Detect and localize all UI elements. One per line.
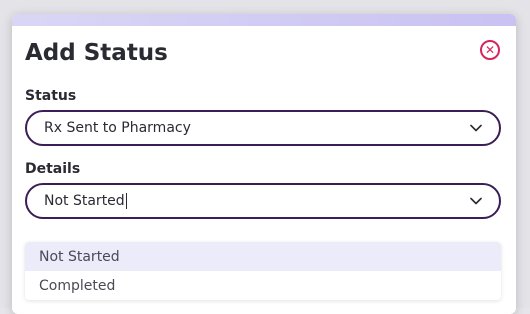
details-select-value: Not Started (44, 193, 125, 209)
chevron-down-icon (469, 194, 483, 208)
details-select[interactable]: Not Started (25, 183, 501, 219)
text-caret (125, 193, 127, 209)
details-label: Details (25, 161, 81, 177)
chevron-down-icon (469, 121, 483, 135)
close-button[interactable]: ✕ (480, 40, 500, 60)
details-dropdown-menu: Not Started Completed (25, 242, 501, 300)
status-label: Status (25, 88, 77, 104)
status-select[interactable]: Rx Sent to Pharmacy (25, 110, 501, 146)
close-icon: ✕ (484, 43, 496, 57)
status-select-value: Rx Sent to Pharmacy (44, 120, 191, 136)
option-not-started[interactable]: Not Started (25, 242, 501, 271)
dialog-topbar (12, 14, 516, 26)
dialog-title: Add Status (25, 40, 168, 66)
add-status-dialog: Add Status ✕ Status Rx Sent to Pharmacy … (12, 14, 516, 314)
option-completed[interactable]: Completed (25, 271, 501, 300)
details-select-input[interactable]: Not Started (44, 193, 469, 209)
